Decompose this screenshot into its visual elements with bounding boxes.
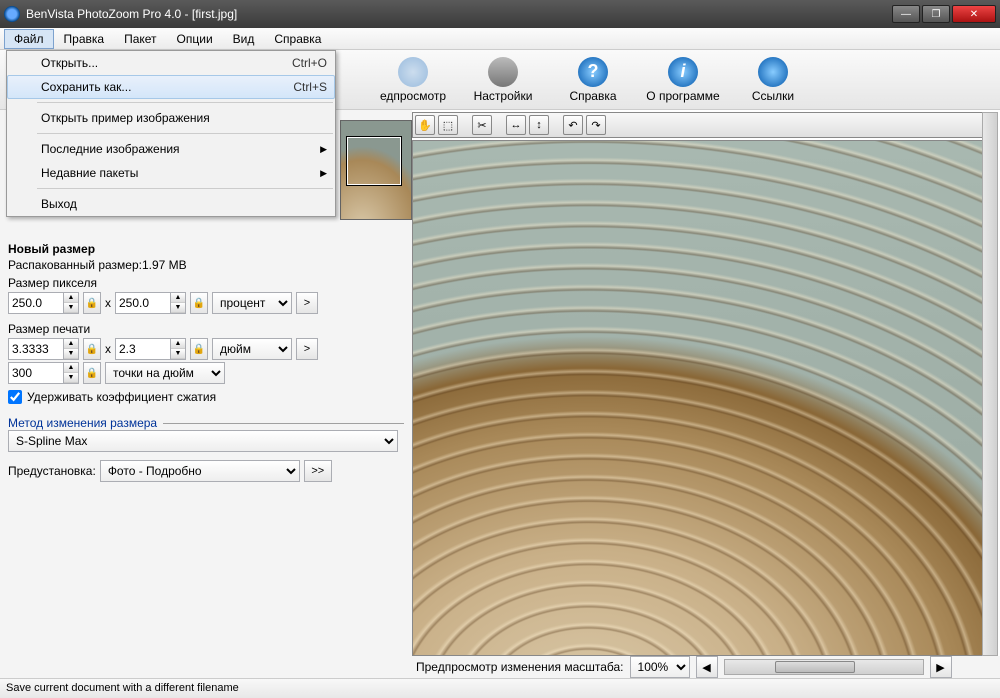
menubar: Файл Правка Пакет Опции Вид Справка	[0, 28, 1000, 50]
expand-button[interactable]: >	[296, 292, 318, 314]
scroll-right-button[interactable]: ▶	[930, 656, 952, 678]
window-title: BenVista PhotoZoom Pro 4.0 - [first.jpg]	[26, 7, 892, 21]
spinner[interactable]: ▲▼	[171, 338, 186, 360]
status-bar: Save current document with a different f…	[0, 678, 1000, 698]
preset-label: Предустановка:	[8, 464, 96, 478]
resize-method-select[interactable]: S-Spline Max	[8, 430, 398, 452]
lock-button[interactable]: 🔒	[83, 338, 101, 360]
vertical-scrollbar[interactable]	[982, 112, 998, 656]
flip-h-button[interactable]: ↔	[506, 115, 526, 135]
expand-button[interactable]: >	[296, 338, 318, 360]
info-icon: i	[668, 57, 698, 87]
maximize-button[interactable]: ❐	[922, 5, 950, 23]
spinner[interactable]: ▲▼	[64, 292, 79, 314]
menu-recent-batches[interactable]: Недавние пакеты ▶	[7, 161, 335, 185]
dpi-unit-select[interactable]: точки на дюйм	[105, 362, 225, 384]
pixel-width-input[interactable]: ▲▼	[8, 292, 79, 314]
print-height-input[interactable]: ▲▼	[115, 338, 186, 360]
app-icon	[4, 6, 20, 22]
spinner[interactable]: ▲▼	[64, 338, 79, 360]
toolbar-settings-label: Настройки	[474, 89, 533, 103]
unpacked-size-label: Распакованный размер:1.97 MB	[8, 258, 404, 272]
rotate-right-button[interactable]: ↷	[586, 115, 606, 135]
toolbar-links-label: Ссылки	[752, 89, 794, 103]
preset-select[interactable]: Фото - Подробно	[100, 460, 300, 482]
right-panel: ✋ ⬚ ✂ ↔ ↕ ↶ ↷ Предпросмотр изменения мас…	[412, 110, 1000, 678]
print-width-input[interactable]: ▲▼	[8, 338, 79, 360]
lock-button[interactable]: 🔒	[83, 292, 101, 314]
pixel-size-label: Размер пикселя	[8, 276, 404, 290]
flip-v-button[interactable]: ↕	[529, 115, 549, 135]
lock-button[interactable]: 🔒	[190, 338, 208, 360]
menu-exit[interactable]: Выход	[7, 192, 335, 216]
new-size-title: Новый размер	[8, 242, 404, 256]
chevron-right-icon: ▶	[320, 168, 327, 179]
menu-recent-images[interactable]: Последние изображения ▶	[7, 137, 335, 161]
print-unit-select[interactable]: дюйм	[212, 338, 292, 360]
menu-separator	[37, 188, 333, 189]
toolbar-about[interactable]: i О программе	[638, 52, 728, 107]
menu-options[interactable]: Опции	[167, 29, 223, 49]
menu-batch[interactable]: Пакет	[114, 29, 166, 49]
spinner[interactable]: ▲▼	[64, 362, 79, 384]
keep-ratio-label: Удерживать коэффициент сжатия	[27, 390, 216, 404]
menu-help[interactable]: Справка	[264, 29, 331, 49]
toolbar-help-label: Справка	[569, 89, 616, 103]
resize-method-group: Метод изменения размера	[8, 416, 404, 426]
crop-tool-button[interactable]: ✂	[472, 115, 492, 135]
menu-edit[interactable]: Правка	[54, 29, 115, 49]
chevron-right-icon: ▶	[320, 144, 327, 155]
menu-separator	[37, 102, 333, 103]
dpi-input[interactable]: ▲▼	[8, 362, 79, 384]
toolbar-help[interactable]: ? Справка	[548, 52, 638, 107]
zoom-select[interactable]: 100%	[630, 656, 690, 678]
keep-ratio-checkbox[interactable]	[8, 390, 22, 404]
preset-more-button[interactable]: >>	[304, 460, 332, 482]
lock-button[interactable]: 🔒	[83, 362, 101, 384]
x-label: x	[105, 296, 111, 310]
minimize-button[interactable]: —	[892, 5, 920, 23]
horizontal-scrollbar[interactable]	[724, 659, 924, 675]
file-menu-dropdown: Открыть... Ctrl+O Сохранить как... Ctrl+…	[6, 50, 336, 217]
question-icon: ?	[578, 57, 608, 87]
lock-button[interactable]: 🔒	[190, 292, 208, 314]
toolbar-about-label: О программе	[646, 89, 719, 103]
menu-separator	[37, 133, 333, 134]
menu-save-as[interactable]: Сохранить как... Ctrl+S	[7, 75, 335, 99]
image-preview[interactable]	[412, 140, 998, 656]
image-toolbar: ✋ ⬚ ✂ ↔ ↕ ↶ ↷	[412, 112, 998, 138]
wrench-icon	[488, 57, 518, 87]
globe-icon	[758, 57, 788, 87]
menu-open-sample[interactable]: Открыть пример изображения	[7, 106, 335, 130]
menu-view[interactable]: Вид	[223, 29, 265, 49]
rotate-left-button[interactable]: ↶	[563, 115, 583, 135]
menu-file[interactable]: Файл	[4, 29, 54, 49]
marquee-tool-button[interactable]: ⬚	[438, 115, 458, 135]
scroll-left-button[interactable]: ◀	[696, 656, 718, 678]
spinner[interactable]: ▲▼	[171, 292, 186, 314]
toolbar-preview[interactable]: едпросмотр	[368, 52, 458, 107]
pixel-unit-select[interactable]: процент	[212, 292, 292, 314]
preview-bottom-bar: Предпросмотр изменения масштаба: 100% ◀ …	[412, 656, 1000, 678]
toolbar-settings[interactable]: Настройки	[458, 52, 548, 107]
titlebar: BenVista PhotoZoom Pro 4.0 - [first.jpg]…	[0, 0, 1000, 28]
pixel-height-input[interactable]: ▲▼	[115, 292, 186, 314]
navigator-viewport[interactable]	[347, 137, 401, 185]
close-button[interactable]: ✕	[952, 5, 996, 23]
hand-tool-button[interactable]: ✋	[415, 115, 435, 135]
toolbar-links[interactable]: Ссылки	[728, 52, 818, 107]
preview-scale-label: Предпросмотр изменения масштаба:	[416, 660, 624, 674]
menu-open[interactable]: Открыть... Ctrl+O	[7, 51, 335, 75]
navigator-thumbnail[interactable]	[340, 120, 412, 220]
magnifier-icon	[398, 57, 428, 87]
toolbar-preview-label: едпросмотр	[380, 89, 446, 103]
print-size-label: Размер печати	[8, 322, 404, 336]
x-label: x	[105, 342, 111, 356]
